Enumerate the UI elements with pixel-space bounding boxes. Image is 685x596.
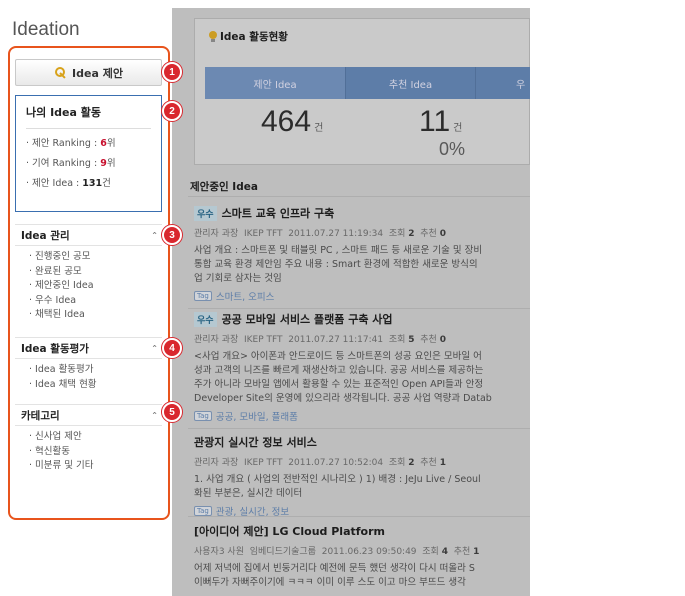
callout-badge-1: 1 <box>162 62 182 82</box>
recommend-percent: 0% <box>439 139 466 159</box>
menu-item-proposed-idea[interactable]: 제안중인 Idea <box>29 279 162 294</box>
idea-manage-section: Idea 관리⌃ 진행중인 공모 완료된 공모 제안중인 Idea 우수 Ide… <box>15 224 162 323</box>
divider <box>188 428 530 429</box>
menu-item-ongoing-contest[interactable]: 진행중인 공모 <box>29 250 162 265</box>
best-badge: 우수 <box>194 311 217 327</box>
tab-recommend-idea[interactable]: 추천 Idea <box>345 67 475 99</box>
list-item: [아이디어 제안] LG Cloud Platform 사용자3 사원 임베디드… <box>194 523 530 590</box>
post-title[interactable]: 공공 모바일 서비스 플랫폼 구축 사업 <box>222 311 393 327</box>
list-title: 제안중인 Idea <box>190 181 258 193</box>
recommend-count: 11 건 <box>419 105 463 138</box>
idea-propose-label: Idea 제안 <box>72 66 123 80</box>
list-item: 우수 스마트 교육 인프라 구축 관리자 과장 IKEP TFT 2011.07… <box>194 205 530 303</box>
status-panel: Idea 활동현황 제안 Idea 추천 Idea 우 464 건 11 건 0% <box>194 18 530 165</box>
post-tags: Tag 스마트, 오피스 <box>194 289 530 303</box>
tag-links[interactable]: 공공, 모바일, 플래폼 <box>216 409 298 423</box>
idea-eval-header[interactable]: Idea 활동평가 ⌃ <box>15 337 162 359</box>
callout-badge-4: 4 <box>162 338 182 358</box>
post-excerpt: <사업 개요> 아이폰과 안드로이드 등 스마트폰의 성공 요인은 모바일 어 … <box>194 351 492 404</box>
propose-ranking: · 제안 Ranking : 6위 <box>26 138 116 149</box>
key-icon <box>54 66 67 79</box>
category-section: 카테고리⌃ 신사업 제안 혁신활동 미분류 및 기타 <box>15 404 162 474</box>
chevron-up-icon: ⌃ <box>151 343 158 353</box>
post-excerpt: 어제 저녁에 집에서 빈둥거리다 예전에 문득 했던 생각이 다시 떠올라 S … <box>194 563 475 588</box>
idea-eval-section: Idea 활동평가⌃ Idea 활동평가 Idea 채택 현황 <box>15 337 162 392</box>
tab-propose-idea[interactable]: 제안 Idea <box>205 67 345 99</box>
idea-propose-button[interactable]: Idea 제안 <box>15 59 162 86</box>
status-tabs: 제안 Idea 추천 Idea 우 <box>205 67 530 99</box>
menu-item-activity-eval[interactable]: Idea 활동평가 <box>29 363 162 378</box>
callout-badge-5: 5 <box>162 402 182 422</box>
my-activity-box: 나의 Idea 활동 · 제안 Ranking : 6위 · 기여 Rankin… <box>15 95 162 212</box>
post-excerpt: 1. 사업 개요 ( 사업의 전반적인 시나리오 ) 1) 배경 : JeJu … <box>194 474 481 499</box>
menu-item-completed-contest[interactable]: 완료된 공모 <box>29 265 162 280</box>
post-meta: 관리자 과장 IKEP TFT 2011.07.27 10:52:04 조회 2… <box>194 458 446 468</box>
status-title-text: Idea 활동현황 <box>220 31 288 43</box>
contrib-ranking: · 기여 Ranking : 9위 <box>26 158 116 169</box>
divider <box>188 196 530 197</box>
tag-icon: Tag <box>194 506 212 516</box>
best-badge: 우수 <box>194 205 217 221</box>
post-meta: 관리자 과장 IKEP TFT 2011.07.27 11:19:34 조회 2… <box>194 229 446 239</box>
post-excerpt: 사업 개요 : 스마트폰 및 태블릿 PC , 스마트 패드 등 새로운 기술 … <box>194 245 483 284</box>
propose-count-stat: · 제안 Idea : 131건 <box>26 178 111 189</box>
menu-item-adoption-status[interactable]: Idea 채택 현황 <box>29 378 162 393</box>
menu-item-new-business[interactable]: 신사업 제안 <box>29 430 162 445</box>
list-item: 관광지 실시간 정보 서비스 관리자 과장 IKEP TFT 2011.07.2… <box>194 434 530 518</box>
post-meta: 관리자 과장 IKEP TFT 2011.07.27 11:17:41 조회 5… <box>194 335 446 345</box>
activity-title: 나의 Idea 활동 <box>26 104 151 129</box>
post-meta: 사용자3 사원 임베디드기술그룹 2011.06.23 09:50:49 조회 … <box>194 547 480 557</box>
idea-manage-list: 진행중인 공모 완료된 공모 제안중인 Idea 우수 Idea 채택된 Ide… <box>15 246 162 323</box>
callout-badge-2: 2 <box>162 101 182 121</box>
menu-item-uncategorized[interactable]: 미분류 및 기타 <box>29 459 162 474</box>
callout-badge-3: 3 <box>162 225 182 245</box>
sidebar: Idea 제안 나의 Idea 활동 · 제안 Ranking : 6위 · 기… <box>8 46 170 520</box>
main-panel: Idea 활동현황 제안 Idea 추천 Idea 우 464 건 11 건 0% … <box>172 8 530 596</box>
category-list: 신사업 제안 혁신활동 미분류 및 기타 <box>15 426 162 474</box>
list-item: 우수 공공 모바일 서비스 플랫폼 구축 사업 관리자 과장 IKEP TFT … <box>194 311 530 423</box>
post-tags: Tag 공공, 모바일, 플래폼 <box>194 409 530 423</box>
tag-links[interactable]: 스마트, 오피스 <box>216 289 274 303</box>
menu-item-adopted-idea[interactable]: 채택된 Idea <box>29 308 162 323</box>
propose-count: 464 건 <box>261 105 324 138</box>
app-title: Ideation <box>12 19 80 40</box>
chevron-up-icon: ⌃ <box>151 410 158 420</box>
tag-icon: Tag <box>194 291 212 301</box>
idea-eval-list: Idea 활동평가 Idea 채택 현황 <box>15 359 162 392</box>
post-title[interactable]: 관광지 실시간 정보 서비스 <box>194 434 317 450</box>
menu-item-innovation[interactable]: 혁신활동 <box>29 445 162 460</box>
divider <box>188 308 530 309</box>
idea-manage-header[interactable]: Idea 관리 ⌃ <box>15 224 162 246</box>
divider <box>188 516 530 517</box>
chevron-up-icon: ⌃ <box>151 230 158 240</box>
menu-item-best-idea[interactable]: 우수 Idea <box>29 294 162 309</box>
status-title: Idea 활동현황 <box>195 19 529 44</box>
tag-icon: Tag <box>194 411 212 421</box>
bulb-icon <box>209 31 217 42</box>
category-header[interactable]: 카테고리 ⌃ <box>15 404 162 426</box>
post-title[interactable]: [아이디어 제안] LG Cloud Platform <box>194 523 385 539</box>
tab-third[interactable]: 우 <box>475 67 530 99</box>
post-title[interactable]: 스마트 교육 인프라 구축 <box>222 205 335 221</box>
